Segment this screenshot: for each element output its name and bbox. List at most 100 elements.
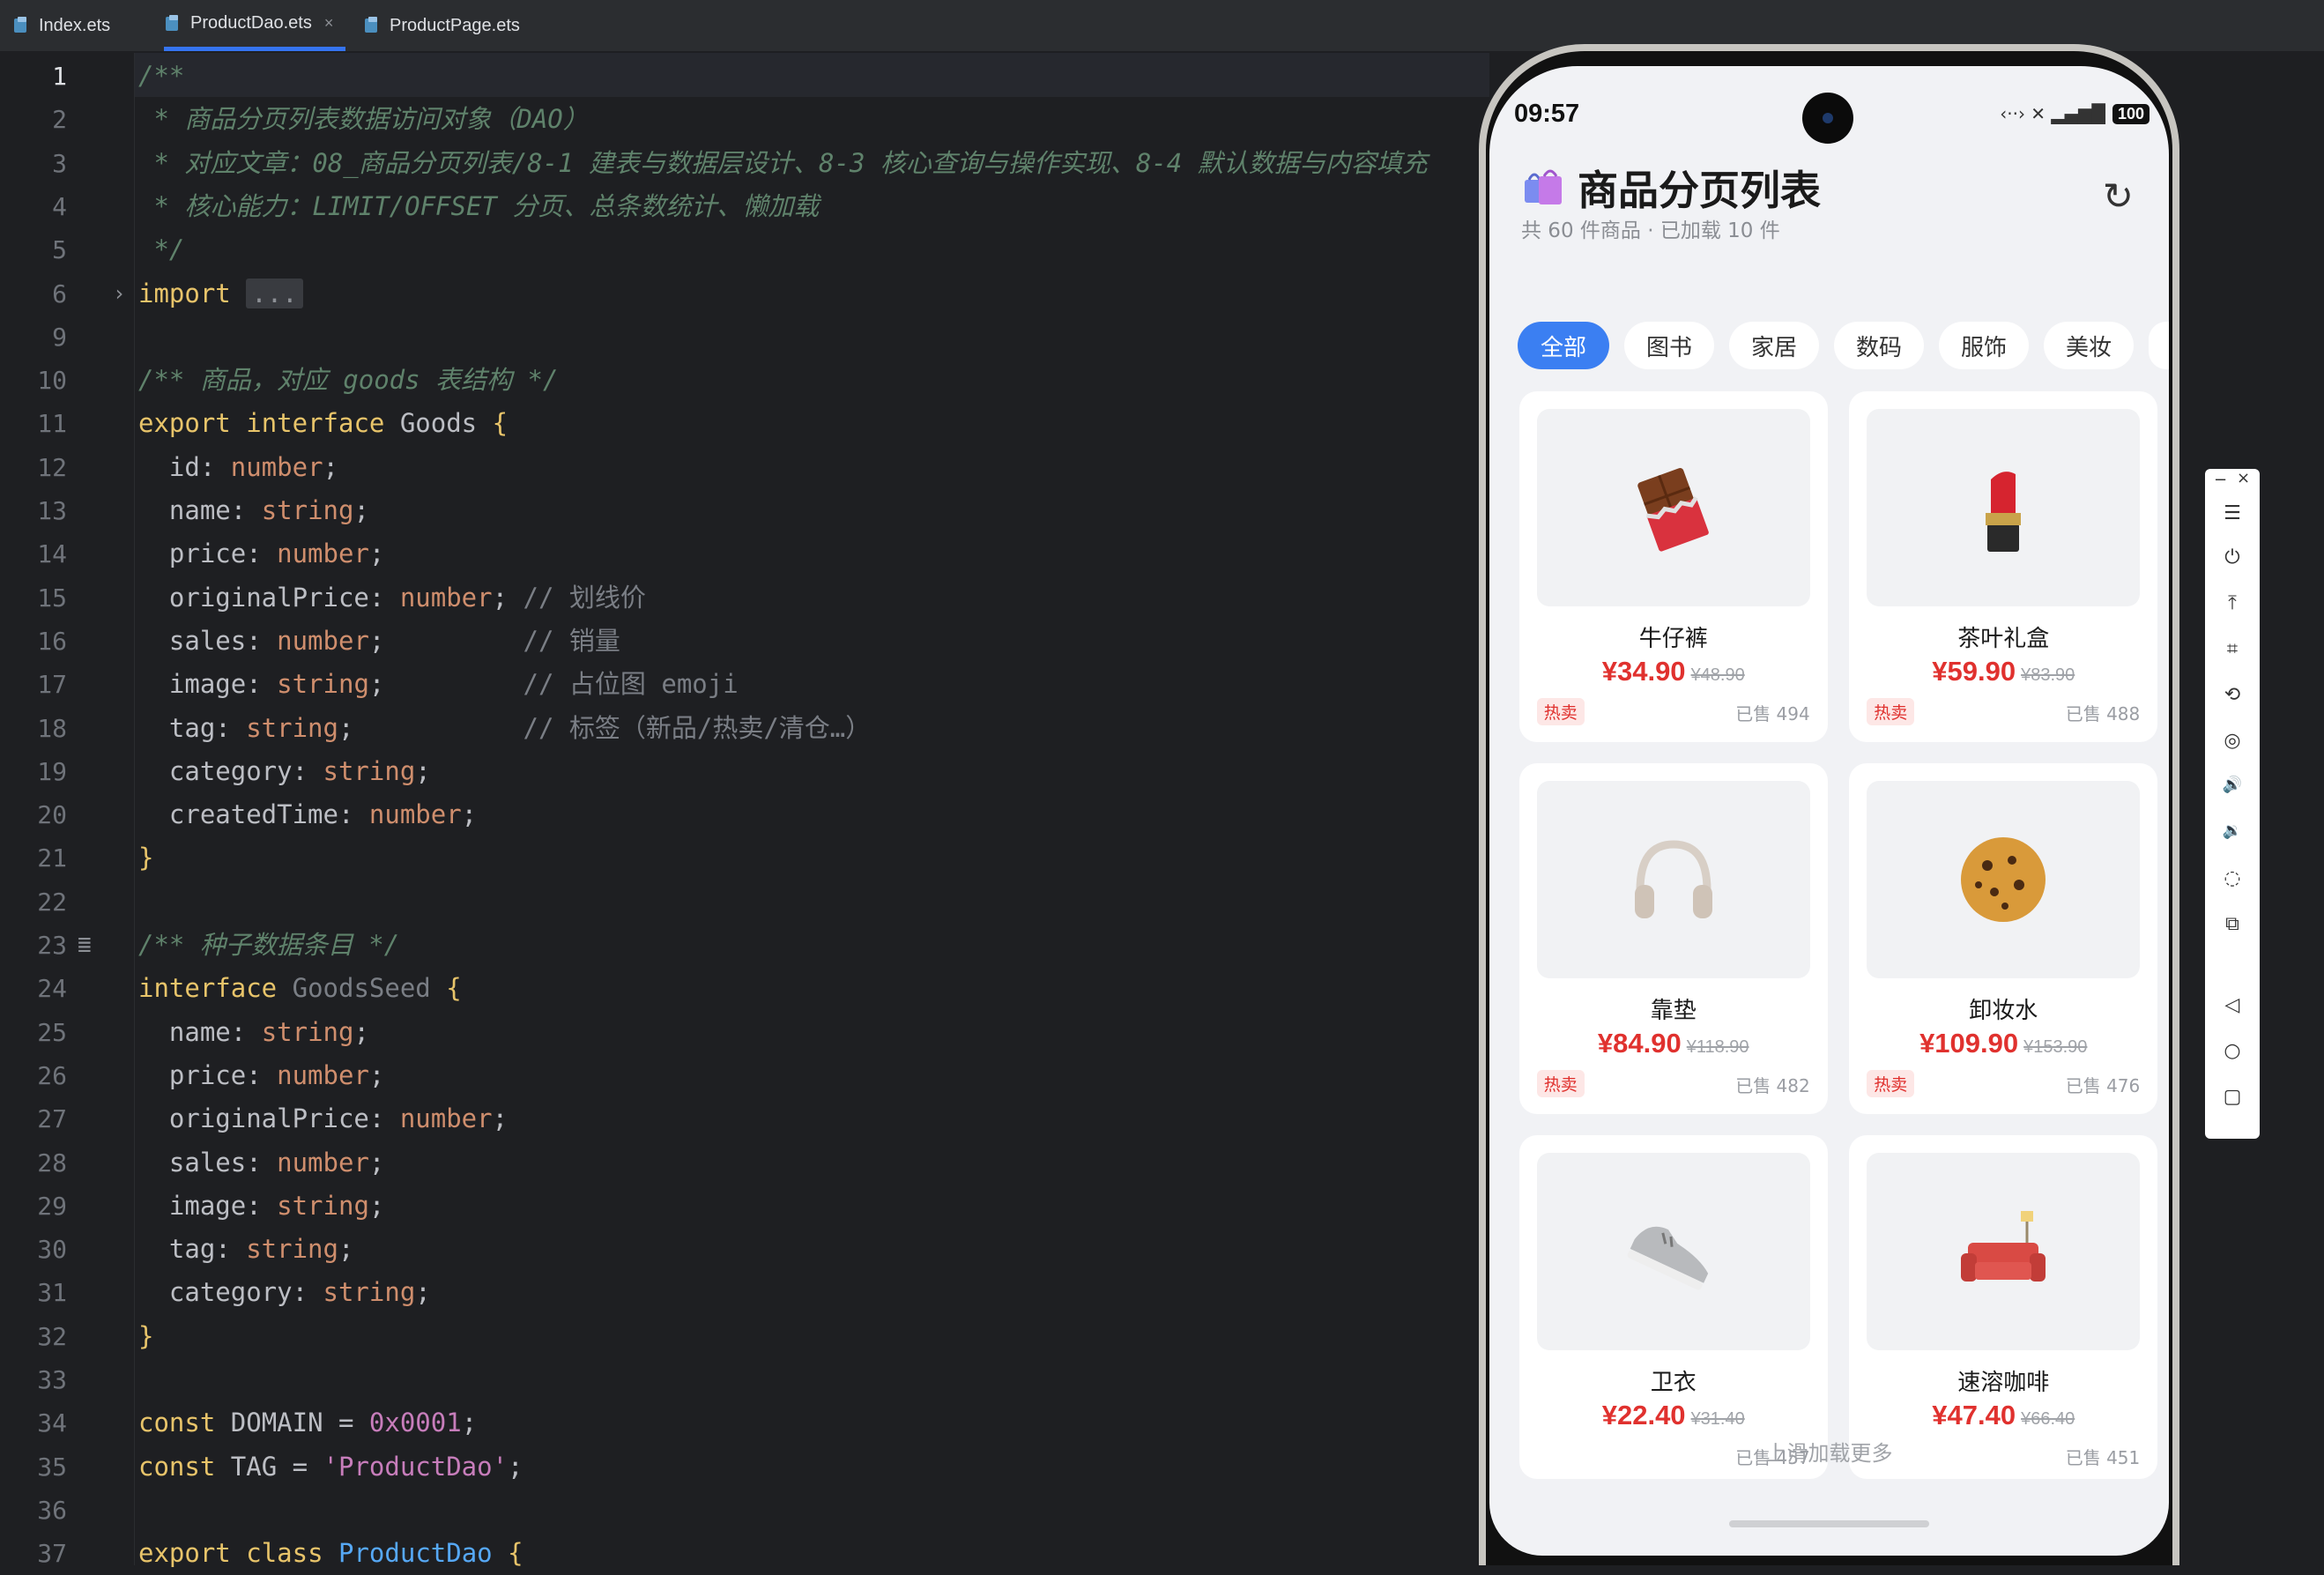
close-icon[interactable]: × bbox=[324, 14, 334, 33]
category-chip[interactable]: 全部 bbox=[1518, 322, 1609, 369]
original-price: ¥118.90 bbox=[1686, 1036, 1749, 1057]
code-line[interactable]: 32} bbox=[0, 1315, 1489, 1358]
code-line[interactable]: 16 sales: number; // 销量 bbox=[0, 620, 1489, 663]
home-icon[interactable]: ○ bbox=[2205, 1040, 2260, 1062]
close-icon[interactable]: × bbox=[2237, 469, 2250, 487]
code-line[interactable]: 15 originalPrice: number; // 划线价 bbox=[0, 576, 1489, 620]
line-number: 33 bbox=[37, 1365, 67, 1394]
product-card[interactable]: 速溶咖啡 ¥47.40 ¥66.40 已售 451 bbox=[1849, 1134, 2158, 1479]
product-name: 靠垫 bbox=[1650, 997, 1697, 1024]
code-line[interactable]: 25 name: string; bbox=[0, 1011, 1489, 1054]
code-text: name: string; bbox=[138, 495, 369, 525]
line-number: 24 bbox=[37, 974, 67, 1004]
pin-top-icon[interactable]: ⤒ bbox=[2205, 592, 2260, 614]
shopping-bags-icon bbox=[1525, 169, 1562, 204]
code-line[interactable]: 9 bbox=[0, 316, 1489, 359]
code-line[interactable]: 37 export class ProductDao { bbox=[0, 1532, 1489, 1575]
category-chip[interactable]: 服饰 bbox=[1939, 322, 2029, 369]
code-line[interactable]: 35 const TAG = 'ProductDao'; bbox=[0, 1445, 1489, 1489]
power-icon[interactable]: ⏻ bbox=[2205, 546, 2260, 568]
code-line[interactable]: 11 export interface Goods { bbox=[0, 402, 1489, 445]
code-text: originalPrice: number; bbox=[138, 1103, 509, 1134]
code-line[interactable]: 23 ≣ /** 种子数据条目 */ bbox=[0, 924, 1489, 967]
line-number: 28 bbox=[37, 1148, 67, 1178]
code-line[interactable]: 17 image: string; // 占位图 emoji bbox=[0, 663, 1489, 706]
rotate-icon[interactable]: ⟲ bbox=[2205, 684, 2260, 706]
minimize-icon[interactable]: − bbox=[2214, 471, 2227, 489]
code-line[interactable]: 28 sales: number; bbox=[0, 1141, 1489, 1185]
battery-icon: 100 bbox=[2112, 103, 2150, 124]
code-line[interactable]: 1 /** bbox=[0, 55, 1489, 98]
doc-comment-icon[interactable]: ≣ bbox=[78, 924, 92, 967]
code-line[interactable]: 12 id: number; bbox=[0, 446, 1489, 489]
code-line[interactable]: 3 * 对应文章：08_商品分页列表/8-1 建表与数据层设计、8-3 核心查询… bbox=[0, 142, 1489, 185]
code-line[interactable]: 13 name: string; bbox=[0, 489, 1489, 532]
code-text: /** 商品，对应 goods 表结构 */ bbox=[138, 365, 559, 396]
code-line[interactable]: 33 bbox=[0, 1358, 1489, 1401]
code-line[interactable]: 18 tag: string; // 标签（新品/热卖/清仓…） bbox=[0, 707, 1489, 750]
code-line[interactable]: 30 tag: string; bbox=[0, 1228, 1489, 1271]
volume-up-icon[interactable]: 🔊 bbox=[2205, 776, 2260, 794]
category-chip[interactable]: 家居 bbox=[1729, 322, 1819, 369]
chocolate-icon bbox=[1536, 409, 1810, 607]
product-card[interactable]: 卸妆水 ¥109.90 ¥153.90 热卖 已售 476 bbox=[1849, 762, 2158, 1114]
code-line[interactable]: 20 createdTime: number; bbox=[0, 793, 1489, 836]
code-line[interactable]: 4 * 核心能力：LIMIT/OFFSET 分页、总条数统计、懒加载 bbox=[0, 185, 1489, 228]
code-editor[interactable]: 1/** 2 * 商品分页列表数据访问对象（DAO） 3 * 对应文章：08_商品分… bbox=[0, 53, 1489, 1568]
hot-tag-badge: 热卖 bbox=[1867, 698, 1915, 726]
category-chip[interactable]: 图书 bbox=[1624, 322, 1714, 369]
back-icon[interactable]: ◁ bbox=[2205, 994, 2260, 1016]
multi-screen-icon[interactable]: ⧉ bbox=[2205, 913, 2260, 935]
code-line[interactable]: 5 */ bbox=[0, 228, 1489, 271]
app-header: 商品分页列表 共 60 件商品 · 已加载 10 件 ↻ bbox=[1489, 150, 2169, 242]
menu-icon[interactable]: ☰ bbox=[2205, 502, 2260, 524]
phone-screen[interactable]: 09:57 ‹··› ✕ ▂▄▆█ 100 商品分页列表 共 60 件商品 · … bbox=[1489, 66, 2169, 1556]
recents-icon[interactable]: ▢ bbox=[2205, 1086, 2260, 1108]
crop-icon[interactable]: ⌗ bbox=[2205, 638, 2260, 660]
line-number: 3 bbox=[52, 148, 67, 178]
code-line[interactable]: 36 bbox=[0, 1489, 1489, 1532]
code-line[interactable]: 22 bbox=[0, 880, 1489, 924]
line-number: 20 bbox=[37, 800, 67, 830]
code-line[interactable]: 2 * 商品分页列表数据访问对象（DAO） bbox=[0, 98, 1489, 141]
product-card[interactable]: 牛仔裤 ¥34.90 ¥48.90 热卖 已售 494 bbox=[1518, 391, 1828, 743]
shake-icon[interactable]: ◌ bbox=[2205, 867, 2260, 889]
code-line[interactable]: 29 image: string; bbox=[0, 1185, 1489, 1228]
code-text: * 核心能力：LIMIT/OFFSET 分页、总条数统计、懒加载 bbox=[138, 190, 820, 221]
code-line[interactable]: 10 /** 商品，对应 goods 表结构 */ bbox=[0, 359, 1489, 402]
code-line[interactable]: 14 price: number; bbox=[0, 532, 1489, 576]
product-price: ¥84.90 bbox=[1597, 1027, 1682, 1059]
category-chip[interactable]: 美妆 bbox=[2044, 322, 2134, 369]
code-line[interactable]: 26 price: number; bbox=[0, 1054, 1489, 1097]
volume-down-icon[interactable]: 🔉 bbox=[2205, 821, 2260, 840]
line-number: 1 bbox=[52, 62, 67, 91]
fold-chevron-icon[interactable]: › bbox=[113, 272, 125, 316]
line-number: 5 bbox=[52, 235, 67, 265]
code-line[interactable]: 19 category: string; bbox=[0, 750, 1489, 793]
code-text: originalPrice: number; // 划线价 bbox=[138, 582, 646, 613]
tab-productdao-ets[interactable]: ProductDao.ets × bbox=[164, 0, 346, 51]
screenshot-icon[interactable]: ◎ bbox=[2205, 730, 2260, 752]
product-card[interactable]: 靠垫 ¥84.90 ¥118.90 热卖 已售 482 bbox=[1518, 762, 1828, 1114]
category-chip-overflow[interactable] bbox=[2149, 322, 2169, 369]
folded-region[interactable]: ... bbox=[246, 278, 303, 308]
code-line[interactable]: 6 › import ... bbox=[0, 272, 1489, 316]
code-line[interactable]: 27 originalPrice: number; bbox=[0, 1097, 1489, 1140]
tab-label: ProductPage.ets bbox=[390, 15, 520, 35]
code-line[interactable]: 24 interface GoodsSeed { bbox=[0, 967, 1489, 1010]
product-card[interactable]: 卫衣 ¥22.40 ¥31.40 已售 457 bbox=[1518, 1134, 1828, 1479]
code-line[interactable]: 34 const DOMAIN = 0x0001; bbox=[0, 1401, 1489, 1445]
code-text: price: number; bbox=[138, 539, 385, 569]
sold-count: 已售 494 bbox=[1735, 703, 1810, 725]
product-card[interactable]: 茶叶礼盒 ¥59.90 ¥83.90 热卖 已售 488 bbox=[1849, 391, 2158, 743]
refresh-icon[interactable]: ↻ bbox=[2103, 175, 2134, 218]
product-price: ¥109.90 bbox=[1919, 1027, 2019, 1059]
code-text: createdTime: number; bbox=[138, 799, 478, 830]
code-line[interactable]: 21} bbox=[0, 836, 1489, 880]
code-line[interactable]: 31 category: string; bbox=[0, 1271, 1489, 1314]
tab-index-ets[interactable]: Index.ets bbox=[12, 0, 110, 51]
headphones-icon bbox=[1536, 780, 1810, 978]
home-indicator[interactable] bbox=[1729, 1520, 1929, 1527]
category-chip[interactable]: 数码 bbox=[1834, 322, 1924, 369]
tab-productpage-ets[interactable]: ProductPage.ets bbox=[363, 0, 520, 51]
